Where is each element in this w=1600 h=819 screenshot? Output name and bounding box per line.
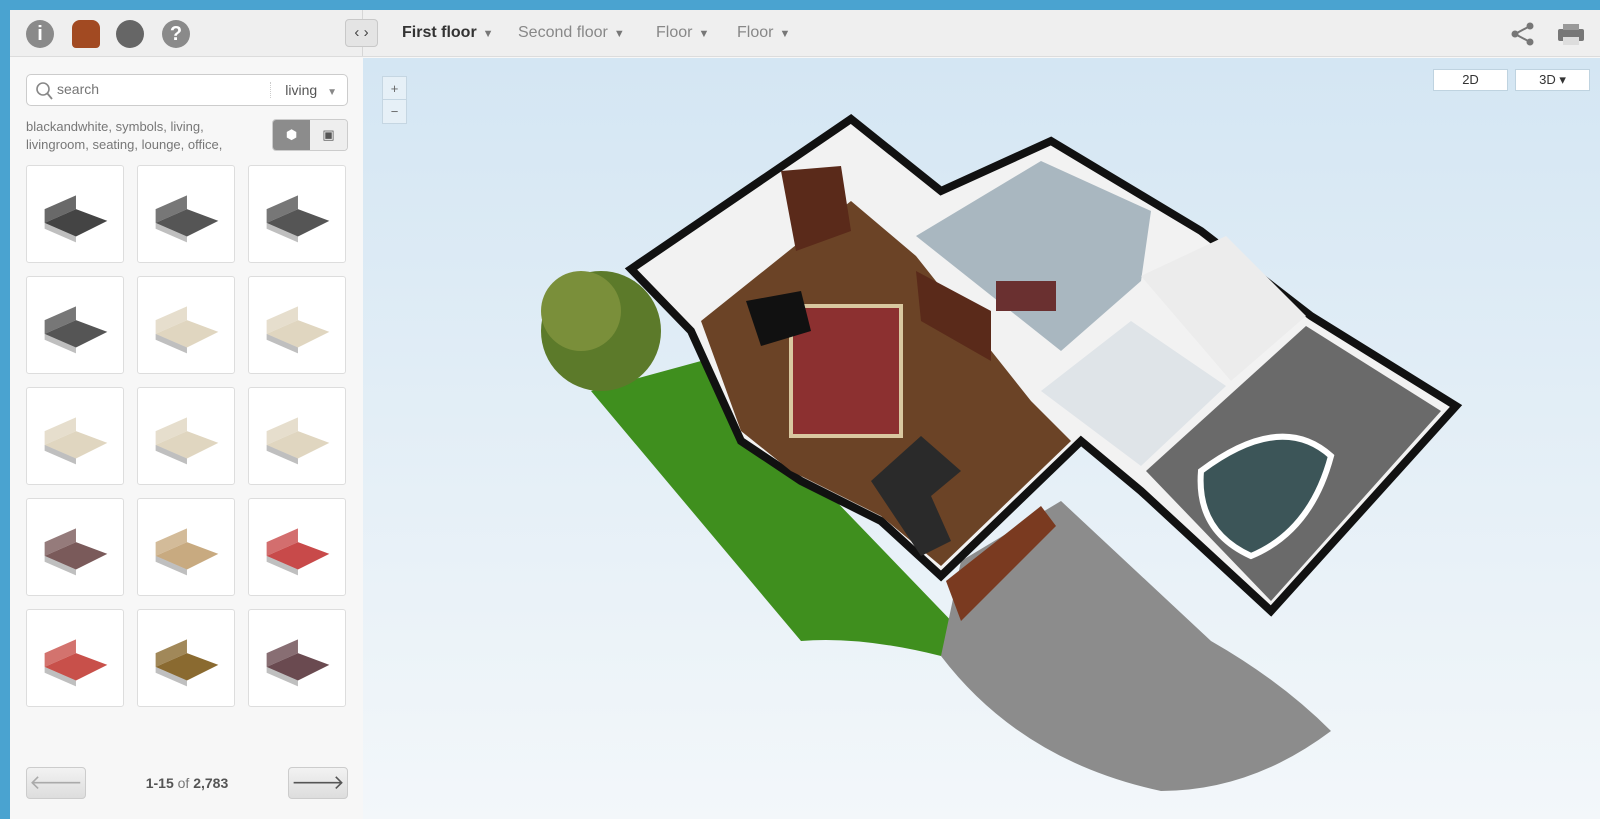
3d-cube-icon[interactable]: ⬢ — [273, 120, 310, 150]
dropdown-icon: ▼ — [698, 28, 710, 40]
chevron-down-icon: ▼ — [327, 87, 337, 98]
view-mode-toggle: ⬢ ▣ — [272, 119, 348, 151]
page-range: 1-15 — [145, 775, 174, 791]
zoom-controls: + − — [382, 76, 407, 124]
furniture-thumbnail — [44, 528, 108, 576]
help-icon[interactable]: ? — [162, 20, 190, 48]
furniture-item[interactable] — [248, 165, 346, 263]
tab-first-floor[interactable]: First floor ▼ — [402, 24, 494, 42]
dropdown-icon: ▼ — [482, 28, 494, 40]
print-icon[interactable] — [1556, 22, 1586, 46]
furniture-thumbnail — [155, 195, 219, 243]
furniture-item[interactable] — [26, 609, 124, 707]
furniture-item[interactable] — [137, 165, 235, 263]
tab-label: Second floor — [518, 24, 608, 41]
view-3d-button[interactable]: 3D ▾ — [1515, 69, 1590, 91]
furniture-thumbnail — [44, 417, 108, 465]
furniture-item[interactable] — [26, 165, 124, 263]
zoom-out-button[interactable]: − — [383, 100, 406, 123]
collapse-panel-button[interactable]: ‹ › — [345, 19, 378, 47]
furniture-item[interactable] — [137, 276, 235, 374]
furniture-item[interactable] — [26, 276, 124, 374]
tab-second-floor[interactable]: Second floor ▼ — [518, 24, 625, 42]
tag-list: blackandwhite, symbols, living, livingro… — [26, 119, 223, 152]
info-icon[interactable]: i — [26, 20, 54, 48]
furniture-thumbnail — [266, 195, 330, 243]
pagination: 🡐 1-15 of 2,783 🡒 — [26, 767, 348, 801]
dropdown-icon: ▼ — [779, 28, 791, 40]
top-toolbar: i ? ‹ › First floor ▼ Second floor ▼ Floor… — [10, 10, 1600, 57]
view-2d-button[interactable]: 2D — [1433, 69, 1508, 91]
house-3d-model[interactable] — [363, 58, 1600, 819]
furniture-item[interactable] — [248, 387, 346, 485]
dropdown-icon: ▼ — [613, 28, 625, 40]
page-total: 2,783 — [193, 775, 229, 791]
tab-label: Floor — [737, 24, 774, 41]
furniture-item[interactable] — [248, 276, 346, 374]
furniture-item[interactable] — [248, 609, 346, 707]
furniture-item[interactable] — [26, 498, 124, 596]
furniture-thumbnail — [266, 528, 330, 576]
category-value: living — [285, 82, 318, 98]
search-box: living ▼ — [26, 74, 348, 106]
furniture-icon[interactable] — [72, 20, 100, 48]
furniture-thumbnail — [44, 195, 108, 243]
furniture-thumbnail — [155, 306, 219, 354]
furniture-item[interactable] — [26, 387, 124, 485]
dining-table — [996, 281, 1056, 311]
tab-label: Floor — [656, 24, 693, 41]
furniture-thumbnail — [155, 417, 219, 465]
next-page-button[interactable]: 🡒 — [288, 767, 348, 799]
furniture-item[interactable] — [248, 498, 346, 596]
floorplan-3d-view[interactable]: + − 2D 3D ▾ — [363, 58, 1600, 819]
furniture-thumbnail — [266, 417, 330, 465]
zoom-in-button[interactable]: + — [383, 77, 406, 100]
globe-icon[interactable] — [116, 20, 144, 48]
search-icon — [36, 82, 53, 100]
furniture-thumbnail — [155, 528, 219, 576]
furniture-thumbnail — [44, 306, 108, 354]
furniture-thumbnail — [44, 639, 108, 687]
furniture-thumbnail — [266, 306, 330, 354]
2d-square-icon[interactable]: ▣ — [310, 120, 347, 150]
tab-label: First floor — [402, 24, 477, 41]
catalog-panel: living ▼ blackandwhite, symbols, living,… — [10, 58, 362, 819]
furniture-item[interactable] — [137, 609, 235, 707]
app-window: i ? ‹ › First floor ▼ Second floor ▼ Floor… — [10, 10, 1600, 819]
furniture-thumbnail — [266, 639, 330, 687]
tree-foliage — [541, 271, 621, 351]
tab-floor-3[interactable]: Floor ▼ — [656, 24, 709, 42]
category-select[interactable]: living ▼ — [270, 82, 337, 98]
tab-floor-4[interactable]: Floor ▼ — [737, 24, 790, 42]
page-of: of — [177, 775, 190, 791]
furniture-item[interactable] — [137, 498, 235, 596]
furniture-item[interactable] — [137, 387, 235, 485]
share-icon[interactable] — [1510, 22, 1536, 46]
furniture-thumbnail — [155, 639, 219, 687]
search-input[interactable] — [57, 81, 257, 97]
